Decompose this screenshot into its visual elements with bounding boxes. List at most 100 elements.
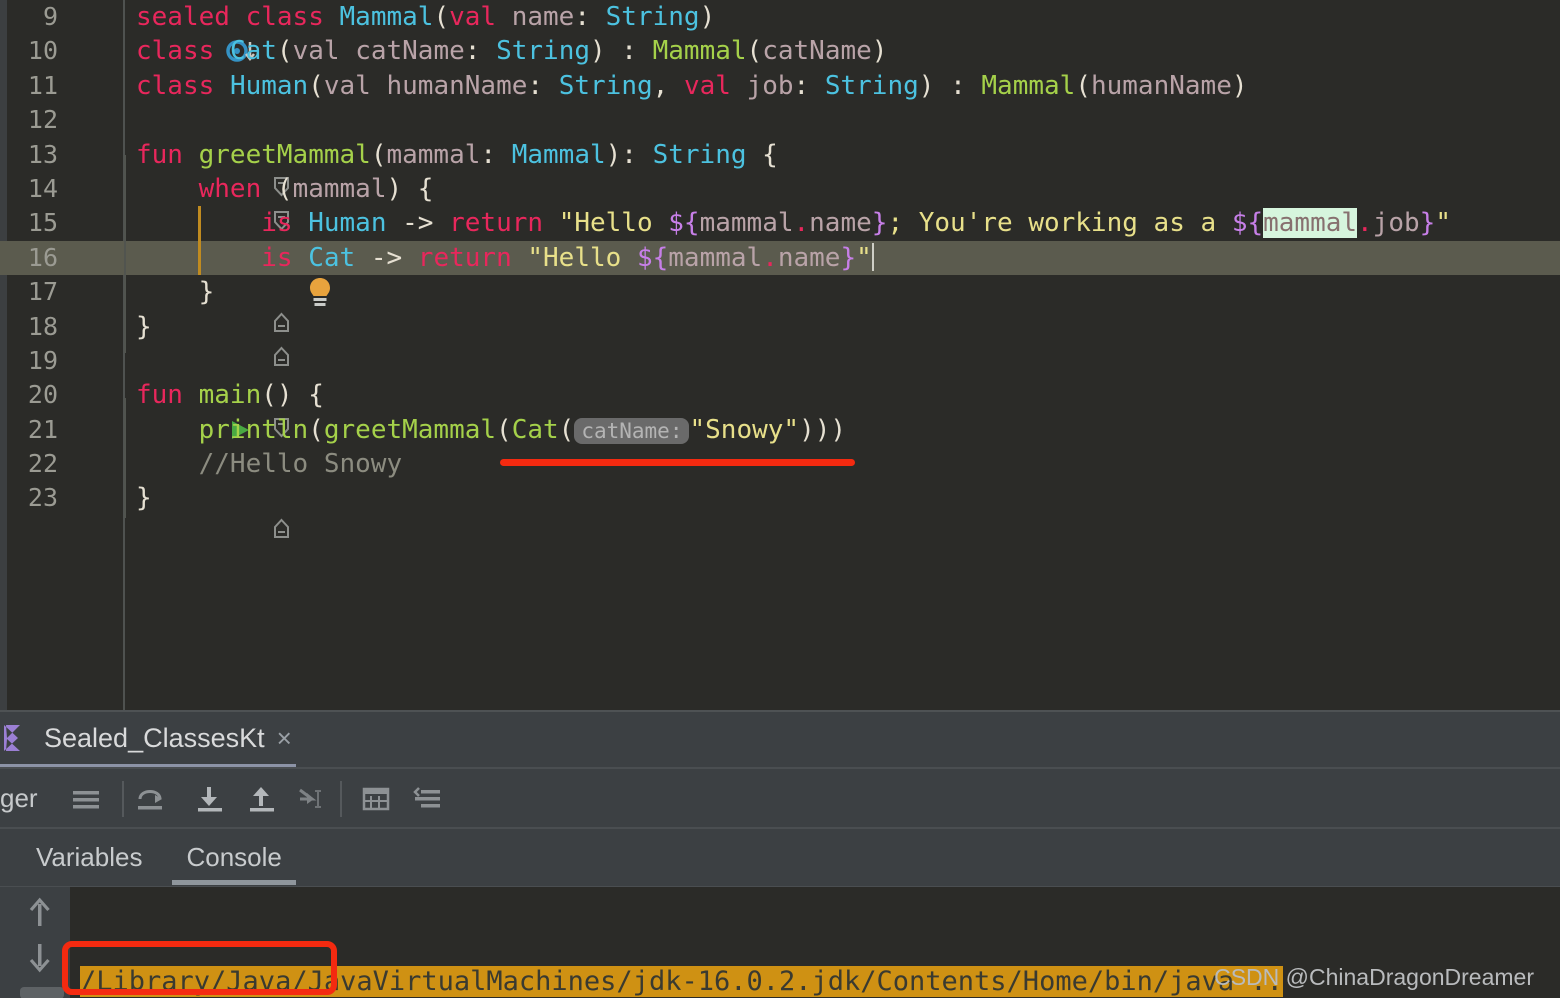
token-Mammal: Mammal	[653, 36, 747, 66]
settings-lines-icon[interactable]	[406, 779, 450, 819]
token-return: return	[418, 243, 512, 273]
line-number: 16	[0, 241, 58, 275]
token-string-hello: "Hello	[527, 243, 637, 273]
code-editor[interactable]: 9 sealed class Mammal(val name: String) …	[0, 0, 1560, 710]
token-Mammal: Mammal	[981, 71, 1075, 101]
line-number: 11	[0, 69, 58, 103]
token-arrow: ->	[371, 243, 402, 273]
line-number: 14	[0, 172, 58, 206]
code-line-12[interactable]: 12	[0, 103, 1560, 137]
code-line-19[interactable]: 19	[0, 344, 1560, 378]
block-guide-main	[124, 398, 126, 518]
token-mammal: mammal	[293, 174, 387, 204]
subclass-marker-icon[interactable]	[64, 0, 110, 34]
line-number: 20	[0, 378, 58, 412]
token-Mammal: Mammal	[340, 2, 434, 32]
token-Human: Human	[230, 71, 308, 101]
code-line-15[interactable]: 15 is Human -> return "Hello ${mammal.na…	[0, 206, 1560, 240]
debugger-label-truncated: ger	[0, 783, 38, 814]
toolbar-divider	[340, 781, 342, 817]
token-String: String	[606, 2, 700, 32]
token-is: is	[261, 243, 292, 273]
step-out-icon[interactable]	[240, 779, 284, 819]
parameter-hint-catname[interactable]: catName:	[574, 418, 689, 444]
code-text-23: }	[136, 481, 152, 515]
token-catName: catName	[762, 36, 872, 66]
token-val: val	[449, 2, 496, 32]
kotlin-file-icon	[4, 723, 32, 753]
line-number: 9	[0, 0, 58, 34]
run-tab-sealed-classes-kt[interactable]: Sealed_ClassesKt ×	[0, 712, 292, 764]
line-number: 10	[0, 34, 58, 68]
token-comment: //Hello Snowy	[199, 449, 403, 479]
code-line-11[interactable]: 11 class Human(val humanName: String, va…	[0, 69, 1560, 103]
token-Cat: Cat	[512, 415, 559, 445]
text-caret	[872, 243, 874, 271]
token-String: String	[559, 71, 653, 101]
code-text-11: class Human(val humanName: String, val j…	[136, 69, 1248, 103]
token-fun: fun	[136, 380, 183, 410]
line-number: 15	[0, 206, 58, 240]
run-tabbar: Sealed_ClassesKt ×	[0, 712, 1560, 764]
code-text-17: }	[136, 275, 214, 309]
token-String: String	[825, 71, 919, 101]
tab-console[interactable]: Console	[164, 829, 303, 885]
code-line-17[interactable]: 17 }	[0, 275, 1560, 309]
line-number: 17	[0, 275, 58, 309]
console-scroll-thumb[interactable]	[20, 987, 64, 998]
token-greetMammal: greetMammal	[199, 140, 371, 170]
code-text-22: //Hello Snowy	[136, 447, 402, 481]
code-text-21: println(greetMammal(Cat(catName:"Snowy")…	[136, 413, 846, 448]
code-line-10[interactable]: 10 class Cat(val catName: String) : Mamm…	[0, 34, 1560, 68]
show-execution-point-icon[interactable]	[64, 779, 108, 819]
code-line-16[interactable]: 16 is Cat -> return "Hello ${mammal.name…	[0, 241, 1560, 275]
token-arrow: ->	[402, 208, 433, 238]
line-number: 13	[0, 138, 58, 172]
token-name: name	[809, 208, 872, 238]
token-catName: catName	[355, 36, 465, 66]
close-icon[interactable]: ×	[277, 723, 292, 754]
step-into-icon[interactable]	[188, 779, 232, 819]
toolbar-divider	[122, 781, 124, 817]
console-left-edge	[0, 887, 8, 998]
block-guide-fun	[124, 155, 126, 353]
step-over-icon[interactable]	[130, 779, 174, 819]
token-Human: Human	[308, 208, 386, 238]
tab-variables[interactable]: Variables	[14, 829, 164, 885]
code-line-23[interactable]: 23 }	[0, 481, 1560, 515]
run-gutter-icon[interactable]	[64, 378, 110, 412]
token-return: return	[449, 208, 543, 238]
code-line-9[interactable]: 9 sealed class Mammal(val name: String)	[0, 0, 1560, 34]
run-to-cursor-icon[interactable]	[292, 779, 336, 819]
line-number: 12	[0, 103, 58, 137]
token-mammal-highlighted: mammal	[1263, 208, 1357, 238]
down-arrow-icon[interactable]	[22, 939, 58, 975]
evaluate-expression-icon[interactable]	[354, 779, 398, 819]
token-humanName: humanName	[387, 71, 528, 101]
code-line-13[interactable]: 13 fun greetMammal(mammal: Mammal): Stri…	[0, 138, 1560, 172]
token-mammal: mammal	[700, 208, 794, 238]
token-class: class	[136, 36, 214, 66]
token-sealed: sealed	[136, 2, 230, 32]
code-text-9: sealed class Mammal(val name: String)	[136, 0, 715, 34]
code-line-21[interactable]: 21 println(greetMammal(Cat(catName:"Snow…	[0, 413, 1560, 447]
code-text-14: when (mammal) {	[136, 172, 433, 206]
tab-console-label: Console	[186, 842, 281, 873]
ide-window: 9 sealed class Mammal(val name: String) …	[0, 0, 1560, 998]
token-string-youre: ; You're working as a	[887, 208, 1231, 238]
code-lines[interactable]: 9 sealed class Mammal(val name: String) …	[0, 0, 1560, 516]
line-number: 18	[0, 310, 58, 344]
code-line-14[interactable]: 14 when (mammal) {	[0, 172, 1560, 206]
up-arrow-icon[interactable]	[22, 895, 58, 931]
annotation-underline	[500, 459, 855, 466]
code-text-13: fun greetMammal(mammal: Mammal): String …	[136, 138, 778, 172]
line-number: 21	[0, 413, 58, 447]
token-println: println	[199, 415, 309, 445]
token-mammal: mammal	[668, 243, 762, 273]
token-string-hello: "Hello	[559, 208, 669, 238]
console-gutter	[8, 887, 70, 998]
token-val: val	[684, 71, 731, 101]
line-number: 23	[0, 481, 58, 515]
code-line-20[interactable]: 20 fun main() {	[0, 378, 1560, 412]
code-line-18[interactable]: 18 }	[0, 310, 1560, 344]
